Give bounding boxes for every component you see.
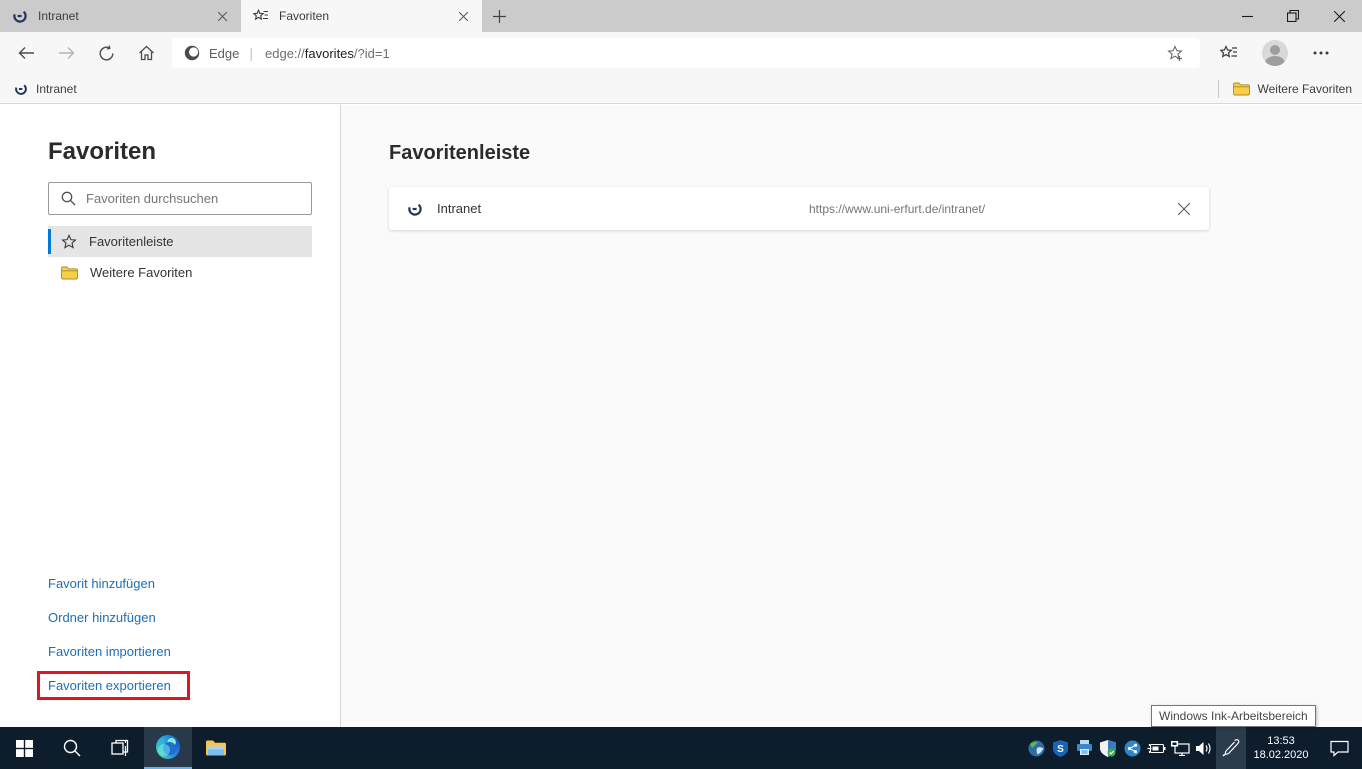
other-favorites-label: Weitere Favoriten [1258,82,1352,96]
title-bar: Intranet Favoriten [0,0,1362,32]
taskbar-edge-button[interactable] [144,727,192,769]
page-content: Favoriten Favoritenleiste [0,105,1362,727]
system-tray: S 13:53 1 [1024,727,1362,769]
add-folder-link[interactable]: Ordner hinzufügen [0,601,341,635]
edge-logo-icon [156,735,180,759]
avatar-icon [1262,40,1288,66]
clock-time: 13:53 [1267,734,1295,748]
action-center-button[interactable] [1316,727,1362,769]
taskbar-search-button[interactable] [48,727,96,769]
windows-defender-tray-icon[interactable] [1096,727,1120,769]
printer-tray-icon[interactable] [1072,727,1096,769]
taskbar: S 13:53 1 [0,727,1362,769]
volume-tray-icon[interactable] [1192,727,1216,769]
window-controls [1224,0,1362,32]
star-icon [61,234,77,250]
folder-icon [61,266,78,280]
back-button[interactable] [6,35,46,71]
remove-favorite-icon[interactable] [1169,194,1199,224]
favorite-name: Intranet [437,201,809,216]
favorites-search-box[interactable] [48,182,312,215]
favorites-hub-button[interactable] [1210,35,1248,71]
intranet-favicon [14,82,28,96]
new-tab-button[interactable] [482,0,516,32]
sidebar-item-label: Weitere Favoriten [90,265,192,280]
sidebar-item-favoritenleiste[interactable]: Favoritenleiste [48,226,312,257]
tab-title: Favoriten [279,9,452,23]
tab-close-icon[interactable] [452,5,474,27]
url-scheme: edge:// [265,46,305,61]
url-host: favorites [305,46,354,61]
sidebar-actions: Favorit hinzufügen Ordner hinzufügen Fav… [0,567,341,703]
browser-window: Intranet Favoriten [0,0,1362,769]
sidebar-item-label: Favoritenleiste [89,234,174,249]
intranet-favicon [407,201,423,217]
navigation-bar: Edge | edge://favorites/?id=1 [0,32,1362,74]
favorites-main-panel: Favoritenleiste Intranet https://www.uni… [342,105,1362,727]
favorites-sidebar: Favoriten Favoritenleiste [0,105,341,727]
tab-close-icon[interactable] [211,5,233,27]
taskbar-clock[interactable]: 13:53 18.02.2020 [1246,727,1316,769]
tab-title: Intranet [38,9,211,23]
profile-avatar[interactable] [1256,35,1294,71]
favorites-hub-icon [253,8,269,24]
close-window-button[interactable] [1316,0,1362,32]
settings-menu-button[interactable] [1302,35,1340,71]
reload-button[interactable] [86,35,126,71]
network-app-tray-icon[interactable] [1024,727,1048,769]
search-icon [61,191,76,206]
address-bar[interactable]: Edge | edge://favorites/?id=1 [172,38,1200,68]
url-path: /?id=1 [354,46,390,61]
favorite-row-intranet[interactable]: Intranet https://www.uni-erfurt.de/intra… [389,187,1209,230]
sidebar-title: Favoriten [48,138,156,166]
other-favorites-button[interactable]: Weitere Favoriten [1218,80,1362,98]
windows-ink-tooltip: Windows Ink-Arbeitsbereich [1151,705,1316,727]
taskbar-explorer-button[interactable] [192,727,240,769]
minimize-button[interactable] [1224,0,1270,32]
add-favorite-star-icon[interactable] [1156,35,1194,71]
battery-charging-tray-icon[interactable] [1144,727,1168,769]
main-panel-title: Favoritenleiste [389,142,530,165]
sophos-shield-tray-icon[interactable]: S [1048,727,1072,769]
share-app-tray-icon[interactable] [1120,727,1144,769]
restore-button[interactable] [1270,0,1316,32]
import-favorites-link[interactable]: Favoriten importieren [0,635,341,669]
tab-favoriten[interactable]: Favoriten [241,0,482,32]
favorites-bar-item-intranet[interactable]: Intranet [0,82,87,96]
sidebar-item-weitere-favoriten[interactable]: Weitere Favoriten [48,257,312,288]
task-view-button[interactable] [96,727,144,769]
folder-icon [1233,82,1250,96]
intranet-favicon [12,8,28,24]
clock-date: 18.02.2020 [1253,748,1308,762]
address-divider: | [249,45,253,61]
add-favorite-link[interactable]: Favorit hinzufügen [0,567,341,601]
windows-ink-pen-tray-icon[interactable] [1216,727,1246,769]
tab-intranet[interactable]: Intranet [0,0,241,32]
home-button[interactable] [126,35,166,71]
favorites-bar-divider [1218,80,1219,98]
search-input[interactable] [86,191,303,206]
export-favorites-link[interactable]: Favoriten exportieren [0,669,341,703]
edge-logo-icon [184,45,200,61]
site-name-label: Edge [209,46,239,61]
start-button[interactable] [0,727,48,769]
ethernet-network-tray-icon[interactable] [1168,727,1192,769]
favorites-bar-item-label: Intranet [36,82,77,96]
favorites-bar: Intranet Weitere Favoriten [0,74,1362,104]
forward-button[interactable] [46,35,86,71]
svg-text:S: S [1057,744,1064,755]
sidebar-folder-list: Favoritenleiste Weitere Favoriten [48,226,312,288]
favorite-url: https://www.uni-erfurt.de/intranet/ [809,202,1169,216]
